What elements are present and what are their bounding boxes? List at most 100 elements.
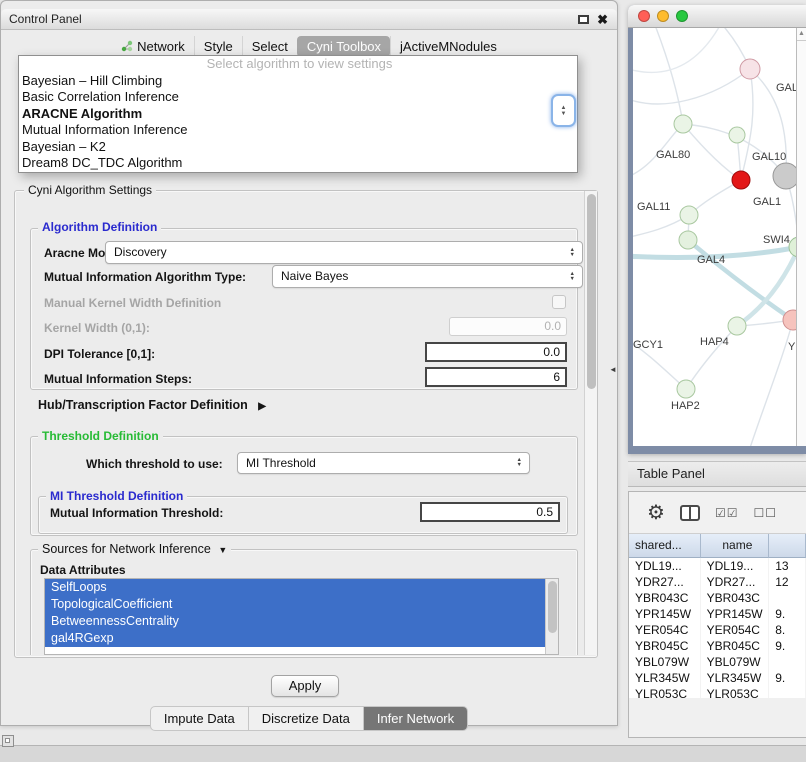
tab-network[interactable]: Network xyxy=(112,36,194,57)
tab-select[interactable]: Select xyxy=(242,36,297,57)
minimize-button[interactable] xyxy=(657,10,669,22)
network-node[interactable] xyxy=(680,206,698,224)
tab-jactivemnodules[interactable]: jActiveMNodules xyxy=(390,36,506,57)
table-row[interactable]: YLR053CYLR053C xyxy=(629,686,806,698)
tab-label: jActiveMNodules xyxy=(400,39,497,54)
network-scrollbar[interactable]: ▲ xyxy=(796,28,806,446)
network-node[interactable] xyxy=(740,59,760,79)
network-node[interactable] xyxy=(732,171,750,189)
bottom-tab-infer-network[interactable]: Infer Network xyxy=(363,707,467,730)
node-label-swi4: SWI4 xyxy=(763,234,790,246)
checked-boxes-icon[interactable]: ☑☑ xyxy=(715,506,739,520)
apply-button[interactable]: Apply xyxy=(271,675,339,697)
mi-type-select[interactable]: Naive Bayes ▲▼ xyxy=(272,265,583,288)
network-canvas[interactable]: GAL7GAL80GAL10GAL11GAL1SWI4GAL4GCY1HAP4Y… xyxy=(633,28,796,446)
mi-threshold-value: 0.5 xyxy=(536,505,553,519)
attribute-item-betweennesscentrality[interactable]: BetweennessCentrality xyxy=(45,613,545,630)
attributes-list-scrollbar[interactable] xyxy=(545,579,558,654)
column-header-col-2[interactable] xyxy=(769,534,806,558)
bottom-tab-impute-data[interactable]: Impute Data xyxy=(151,707,248,730)
close-button[interactable] xyxy=(638,10,650,22)
tab-cyni-toolbox[interactable]: Cyni Toolbox xyxy=(297,36,390,57)
algorithm-definition-title: Algorithm Definition xyxy=(38,220,161,234)
table-row[interactable]: YER054CYER054C8. xyxy=(629,622,806,638)
settings-scrollbar[interactable] xyxy=(584,191,597,655)
window-title: Control Panel xyxy=(9,12,82,26)
column-header-shared[interactable]: shared... xyxy=(629,534,701,558)
network-edge[interactable] xyxy=(741,69,753,180)
columns-icon[interactable] xyxy=(680,505,700,521)
network-node[interactable] xyxy=(677,380,695,398)
bottom-tab-bar: Impute DataDiscretize DataInfer Network xyxy=(0,706,618,731)
dropdown-item-bayesian-hill-climbing[interactable]: Bayesian – Hill Climbing xyxy=(19,73,577,90)
table-panel-title: Table Panel xyxy=(637,466,705,481)
panel-dock-icon[interactable] xyxy=(2,735,14,747)
dropdown-item-aracne-algorithm[interactable]: ARACNE Algorithm xyxy=(19,106,577,123)
manual-kernel-checkbox[interactable] xyxy=(552,295,566,309)
table-row[interactable]: YBR045CYBR045C9. xyxy=(629,638,806,654)
unchecked-boxes-icon[interactable]: ☐☐ xyxy=(753,506,777,520)
data-attributes-list[interactable]: SelfLoopsTopologicalCoefficientBetweenne… xyxy=(44,578,559,655)
column-header-name[interactable]: name xyxy=(701,534,770,558)
settings-scrollbar-thumb[interactable] xyxy=(587,194,596,389)
dropdown-item-bayesian-k2[interactable]: Bayesian – K2 xyxy=(19,139,577,156)
network-edge[interactable] xyxy=(653,28,683,124)
scroll-up-icon[interactable]: ▲ xyxy=(797,28,806,41)
which-threshold-select[interactable]: MI Threshold ▲▼ xyxy=(237,452,530,474)
chevron-right-icon[interactable]: ▶ xyxy=(258,401,266,412)
mi-steps-input[interactable]: 6 xyxy=(425,367,567,387)
table-cell xyxy=(769,590,806,606)
control-panel-titlebar[interactable]: Control Panel ✖ xyxy=(1,9,617,30)
attributes-scrollbar-thumb[interactable] xyxy=(548,581,557,633)
combo-arrows-icon: ▲▼ xyxy=(570,272,575,282)
dropdown-item-mutual-information-inference[interactable]: Mutual Information Inference xyxy=(19,122,577,139)
mi-threshold-input[interactable]: 0.5 xyxy=(420,502,560,522)
attribute-item-topologicalcoefficient[interactable]: TopologicalCoefficient xyxy=(45,596,545,613)
table-row[interactable]: YBL079WYBL079W xyxy=(629,654,806,670)
network-node[interactable] xyxy=(674,115,692,133)
table-header-row: shared...name xyxy=(629,534,806,558)
table-cell: YBR043C xyxy=(701,590,770,606)
tab-style[interactable]: Style xyxy=(194,36,242,57)
table-row[interactable]: YBR043CYBR043C xyxy=(629,590,806,606)
network-node[interactable] xyxy=(773,163,796,189)
bottom-tab-discretize-data[interactable]: Discretize Data xyxy=(248,707,363,730)
hub-section-label[interactable]: Hub/Transcription Factor Definition ▶ xyxy=(38,397,266,415)
table-row[interactable]: YLR345WYLR345W9. xyxy=(629,670,806,686)
table-cell: 9. xyxy=(769,670,806,686)
table-cell: YBR043C xyxy=(629,590,701,606)
network-edge[interactable] xyxy=(633,28,723,72)
zoom-button[interactable] xyxy=(676,10,688,22)
network-edge[interactable] xyxy=(748,320,793,446)
dropdown-item-dream8-dc-tdc-algorithm[interactable]: Dream8 DC_TDC Algorithm xyxy=(19,155,577,172)
dpi-tolerance-input[interactable]: 0.0 xyxy=(425,342,567,362)
table-row[interactable]: YPR145WYPR145W9. xyxy=(629,606,806,622)
close-icon[interactable]: ✖ xyxy=(597,14,608,25)
table-panel-titlebar[interactable]: Table Panel xyxy=(628,461,806,487)
network-window-titlebar[interactable] xyxy=(628,5,806,28)
mi-threshold-group-title: MI Threshold Definition xyxy=(46,489,187,503)
network-node[interactable] xyxy=(729,127,745,143)
attribute-item-gal4rgexp[interactable]: gal4RGexp xyxy=(45,630,545,647)
table-row[interactable]: YDL19...YDL19...13 xyxy=(629,558,806,574)
aracne-mode-select[interactable]: Discovery ▲▼ xyxy=(105,241,583,264)
network-node[interactable] xyxy=(728,317,746,335)
algorithm-combo-arrows[interactable]: ▲▼ xyxy=(551,94,576,127)
splitter-collapse-icon[interactable]: ◄ xyxy=(609,365,617,374)
which-threshold-value: MI Threshold xyxy=(246,456,316,470)
float-window-icon[interactable] xyxy=(578,15,589,24)
mi-steps-value: 6 xyxy=(553,370,560,384)
network-node[interactable] xyxy=(679,231,697,249)
sources-group-title[interactable]: Sources for Network Inference ▼ xyxy=(38,542,231,556)
kernel-width-input[interactable]: 0.0 xyxy=(449,317,567,336)
chevron-down-icon[interactable]: ▼ xyxy=(218,545,227,555)
node-label-y: Y xyxy=(788,341,796,353)
table-row[interactable]: YDR27...YDR27...12 xyxy=(629,574,806,590)
network-edge[interactable] xyxy=(633,69,750,104)
gear-icon[interactable]: ⚙ xyxy=(647,503,665,523)
node-label-hap4: HAP4 xyxy=(700,336,729,348)
network-node[interactable] xyxy=(789,237,796,257)
dropdown-item-basic-correlation-inference[interactable]: Basic Correlation Inference xyxy=(19,89,577,106)
attribute-item-selfloops[interactable]: SelfLoops xyxy=(45,579,545,596)
threshold-definition-title: Threshold Definition xyxy=(38,429,163,443)
